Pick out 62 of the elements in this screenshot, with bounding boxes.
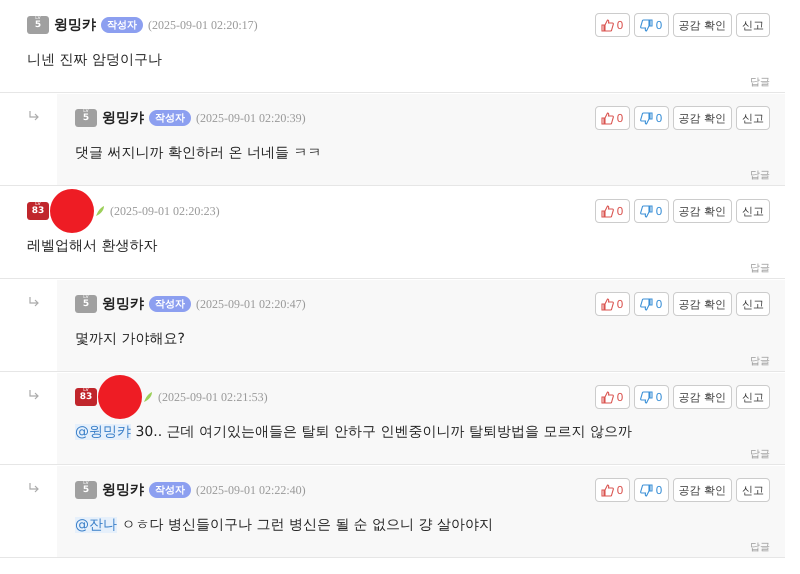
check-likes-button[interactable]: 공감 확인 xyxy=(672,385,732,409)
thumbs-up-icon xyxy=(600,390,614,404)
comment-time: (2025-09-01 02:20:39) xyxy=(196,110,306,126)
writer-badge: 작성자 xyxy=(149,110,191,126)
comment-text: 몇까지 가야해요? xyxy=(75,330,186,348)
dislike-button[interactable]: 0 xyxy=(634,199,668,223)
comment-time: (2025-09-01 02:20:23) xyxy=(110,204,220,218)
dislike-button[interactable]: 0 xyxy=(634,292,668,316)
writer-badge: 작성자 xyxy=(149,482,191,498)
like-button[interactable]: 0 xyxy=(594,199,630,223)
check-likes-button[interactable]: 공감 확인 xyxy=(672,478,732,502)
check-likes-button[interactable]: 공감 확인 xyxy=(672,292,732,316)
dislike-button[interactable]: 0 xyxy=(634,385,668,409)
dislike-button[interactable]: 0 xyxy=(634,478,668,502)
thumbs-up-icon xyxy=(600,18,614,32)
dislike-button[interactable]: 0 xyxy=(634,106,668,130)
report-button[interactable]: 신고 xyxy=(736,292,770,316)
check-likes-button[interactable]: 공감 확인 xyxy=(672,199,732,223)
thumbs-up-icon xyxy=(600,484,614,496)
thumbs-up-icon xyxy=(600,204,614,218)
report-button[interactable]: 신고 xyxy=(736,13,770,37)
author-name[interactable]: 윙밍캬 xyxy=(102,109,144,127)
report-button[interactable]: 신고 xyxy=(736,106,770,130)
report-button[interactable]: 신고 xyxy=(736,199,770,223)
reply-link[interactable]: 답글 xyxy=(750,354,770,368)
author-name[interactable]: 윙밍캬 xyxy=(54,16,96,34)
thumbs-down-icon xyxy=(640,18,652,32)
writer-badge: 작성자 xyxy=(101,17,143,33)
comment-text: 니넨 진짜 암덩이구나 xyxy=(27,51,163,69)
like-button[interactable]: 0 xyxy=(594,478,630,502)
check-likes-button[interactable]: 공감 확인 xyxy=(672,106,732,130)
comment-text: @윙밍캬 30.. 근데 여기있는애들은 탈퇴 안하구 인벤중이니까 탈퇴방법을 모르지 않으까 xyxy=(75,423,633,441)
thumbs-down-icon xyxy=(640,204,652,218)
comment-time: (2025-09-01 02:22:40) xyxy=(196,482,306,498)
report-button[interactable]: 신고 xyxy=(736,385,770,409)
comment-time: (2025-09-01 02:21:53) xyxy=(158,390,268,404)
thumbs-down-icon xyxy=(640,298,652,310)
like-button[interactable]: 0 xyxy=(594,106,630,130)
thumbs-down-icon xyxy=(640,112,652,124)
check-likes-button[interactable]: 공감 확인 xyxy=(672,13,732,37)
reply-link[interactable]: 답글 xyxy=(750,540,770,554)
author-name[interactable]: 윙밍캬 xyxy=(102,481,144,499)
like-button[interactable]: 0 xyxy=(594,13,630,37)
reply-link[interactable]: 답글 xyxy=(750,261,770,275)
thumbs-up-icon xyxy=(600,112,614,124)
like-button[interactable]: 0 xyxy=(594,385,630,409)
comment-text: 레벨업해서 환생하자 xyxy=(27,237,158,255)
comment-text: @잔나 ㅇㅎ다 병신들이구나 그런 병신은 될 순 없으니 걍 살아야지 xyxy=(75,516,494,534)
like-button[interactable]: 0 xyxy=(594,292,630,316)
thumbs-down-icon xyxy=(640,484,652,496)
comment-time: (2025-09-01 02:20:47) xyxy=(196,296,306,312)
thumbs-down-icon xyxy=(640,390,652,404)
reply-link[interactable]: 답글 xyxy=(750,168,770,182)
report-button[interactable]: 신고 xyxy=(736,478,770,502)
author-name[interactable]: 윙밍캬 xyxy=(102,295,144,313)
reply-link[interactable]: 답글 xyxy=(750,75,770,89)
reply-link[interactable]: 답글 xyxy=(750,447,770,461)
thumbs-up-icon xyxy=(600,298,614,310)
dislike-button[interactable]: 0 xyxy=(634,13,668,37)
comment-time: (2025-09-01 02:20:17) xyxy=(148,18,258,32)
writer-badge: 작성자 xyxy=(149,296,191,312)
comment-text: 댓글 써지니까 확인하러 온 너네들 ㅋㅋ xyxy=(75,144,322,162)
